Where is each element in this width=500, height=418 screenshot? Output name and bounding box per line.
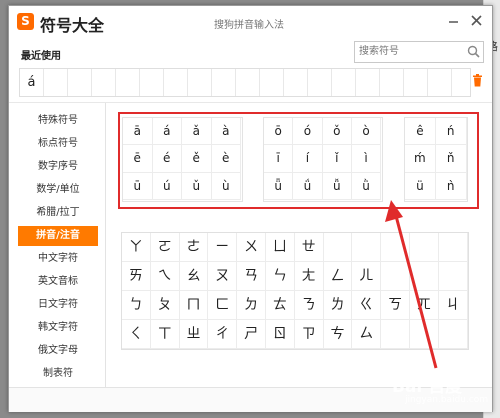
arrow-annotation — [385, 200, 438, 369]
watermark-url: jingyan.baidu.com — [405, 395, 489, 405]
watermark-logo: Bai 百度 — [392, 377, 463, 397]
